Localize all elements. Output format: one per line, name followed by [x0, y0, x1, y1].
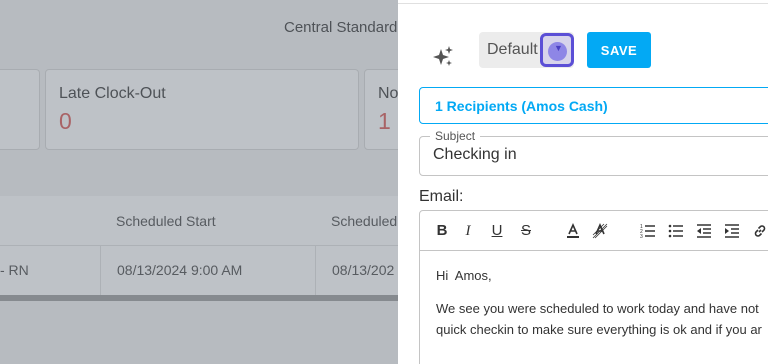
strikethrough-icon[interactable]: S	[516, 221, 536, 241]
ordered-list-icon[interactable]: 123	[638, 221, 658, 241]
outdent-icon[interactable]	[694, 221, 714, 241]
template-dropdown-button[interactable]: ▼	[540, 33, 574, 67]
link-icon[interactable]	[750, 221, 768, 241]
sparkles-icon[interactable]	[430, 44, 456, 70]
panel-top-border	[398, 0, 768, 4]
email-body-line: We see you were scheduled to work today …	[436, 301, 759, 316]
indent-icon[interactable]	[722, 221, 742, 241]
italic-icon[interactable]: I	[458, 221, 478, 241]
modal-backdrop[interactable]	[0, 0, 398, 364]
editor-toolbar: B I U S 123	[420, 211, 768, 251]
email-compose-panel: Default ▼ SAVE 1 Recipients (Amos Cash) …	[398, 0, 768, 364]
email-body-line: quick checkin to make sure everything is…	[436, 322, 762, 337]
email-editor[interactable]: B I U S 123 Hi Amos, We see you were sch…	[419, 210, 768, 364]
svg-text:3: 3	[640, 234, 643, 239]
font-color-icon[interactable]	[563, 221, 583, 241]
email-label: Email:	[419, 188, 464, 205]
email-greeting: Hi Amos,	[436, 268, 492, 283]
email-body[interactable]: Hi Amos, We see you were scheduled to wo…	[436, 265, 762, 340]
bullet-list-icon[interactable]	[666, 221, 686, 241]
clear-format-icon[interactable]	[590, 221, 610, 241]
chevron-down-icon: ▼	[554, 43, 563, 53]
background-app: Central Standard Late Clock-Out 0 No 1 S…	[0, 0, 398, 364]
save-button[interactable]: SAVE	[587, 32, 651, 68]
bold-icon[interactable]: B	[432, 221, 452, 241]
underline-icon[interactable]: U	[487, 221, 507, 241]
subject-input[interactable]	[433, 146, 763, 164]
recipients-button[interactable]: 1 Recipients (Amos Cash)	[419, 87, 768, 124]
subject-field[interactable]: Subject	[419, 129, 768, 176]
template-select-value: Default	[487, 41, 538, 58]
subject-legend: Subject	[430, 129, 481, 143]
